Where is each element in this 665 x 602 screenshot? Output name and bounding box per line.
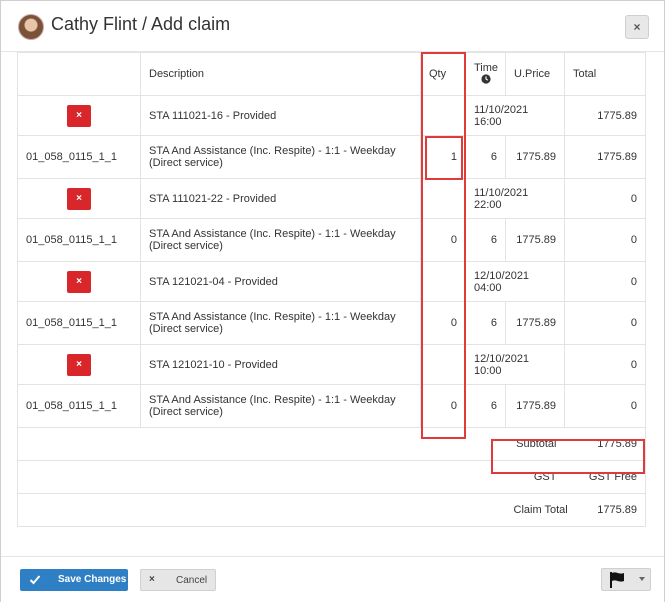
item-uprice: 1775.89 — [505, 135, 565, 179]
item-uprice: 1775.89 — [505, 218, 565, 262]
table-row: 01_058_0115_1_1 STA And Assistance (Inc.… — [17, 301, 646, 345]
item-code: 01_058_0115_1_1 — [17, 301, 141, 345]
item-code: 01_058_0115_1_1 — [17, 384, 141, 428]
item-time: 6 — [465, 218, 506, 262]
slot-label: STA 121021-10 - Provided — [140, 344, 421, 385]
modal-header: Cathy Flint / Add claim × — [1, 1, 664, 52]
save-changes-label: Save Changes — [58, 574, 127, 585]
table-header-row: Description Qty Time U.Price Total — [17, 52, 646, 96]
item-total: 0 — [564, 301, 646, 345]
table-row: 01_058_0115_1_1 STA And Assistance (Inc.… — [17, 384, 646, 428]
modal-footer: Save Changes × Cancel — [1, 556, 664, 602]
slot-total: 0 — [564, 178, 646, 219]
save-changes-button[interactable]: Save Changes — [20, 569, 128, 591]
item-code: 01_058_0115_1_1 — [17, 218, 141, 262]
table-row: × STA 111021-22 - Provided 11/10/2021 22… — [17, 178, 646, 219]
item-uprice: 1775.89 — [505, 301, 565, 345]
item-total: 0 — [564, 384, 646, 428]
column-header-qty: Qty — [420, 52, 466, 96]
qty-input[interactable]: 1 — [420, 135, 466, 179]
item-total: 1775.89 — [564, 135, 646, 179]
item-description: STA And Assistance (Inc. Respite) - 1:1 … — [140, 218, 421, 262]
clock-icon — [480, 73, 491, 84]
avatar — [18, 14, 44, 40]
subtotal-label: Subtotal — [505, 427, 565, 461]
item-description: STA And Assistance (Inc. Respite) - 1:1 … — [140, 301, 421, 345]
item-total: 0 — [564, 218, 646, 262]
claim-total-label: Claim Total — [505, 493, 568, 527]
modal-body: Description Qty Time U.Price Total × STA… — [1, 52, 664, 555]
flag-icon — [610, 572, 624, 588]
flag-dropdown-button[interactable] — [601, 568, 651, 591]
page-title: Cathy Flint / Add claim — [51, 14, 231, 34]
qty-input[interactable]: 0 — [420, 301, 466, 345]
slot-label: STA 111021-16 - Provided — [140, 95, 421, 136]
column-header-uprice: U.Price — [505, 52, 565, 96]
table-row: 01_058_0115_1_1 STA And Assistance (Inc.… — [17, 135, 646, 179]
item-code: 01_058_0115_1_1 — [17, 135, 141, 179]
delete-slot-button[interactable]: × — [67, 104, 91, 127]
item-time: 6 — [465, 135, 506, 179]
delete-slot-button[interactable]: × — [67, 353, 91, 376]
gst-row: GST GST Free — [17, 460, 646, 494]
slot-datetime: 11/10/2021 22:00 — [465, 178, 565, 219]
item-time: 6 — [465, 384, 506, 428]
delete-slot-button[interactable]: × — [67, 187, 91, 210]
slot-datetime: 12/10/2021 04:00 — [465, 261, 565, 302]
subtotal-row: Subtotal 1775.89 — [17, 427, 646, 461]
claim-table: Description Qty Time U.Price Total × STA… — [17, 52, 646, 527]
qty-input[interactable]: 0 — [420, 384, 466, 428]
slot-label: STA 121021-04 - Provided — [140, 261, 421, 302]
check-icon — [29, 575, 41, 585]
claim-total-row: Claim Total 1775.89 — [17, 493, 646, 527]
time-label: Time — [474, 61, 499, 74]
item-time: 6 — [465, 301, 506, 345]
gst-label: GST — [505, 460, 565, 494]
table-row: × STA 121021-10 - Provided 12/10/2021 10… — [17, 344, 646, 385]
column-header-total: Total — [564, 52, 646, 96]
table-row: × STA 111021-16 - Provided 11/10/2021 16… — [17, 95, 646, 136]
subtotal-value: 1775.89 — [564, 427, 646, 461]
slot-label: STA 111021-22 - Provided — [140, 178, 421, 219]
column-header-description: Description — [140, 52, 421, 96]
table-row: 01_058_0115_1_1 STA And Assistance (Inc.… — [17, 218, 646, 262]
close-button[interactable]: × — [625, 15, 649, 39]
column-header-code — [17, 52, 141, 96]
gst-value: GST Free — [564, 460, 646, 494]
slot-datetime: 12/10/2021 10:00 — [465, 344, 565, 385]
close-icon: × — [149, 574, 155, 585]
delete-slot-button[interactable]: × — [67, 270, 91, 293]
add-claim-modal: Cathy Flint / Add claim × Description Qt… — [0, 0, 665, 602]
item-description: STA And Assistance (Inc. Respite) - 1:1 … — [140, 135, 421, 179]
cancel-button[interactable]: × Cancel — [140, 569, 216, 591]
slot-total: 0 — [564, 344, 646, 385]
item-uprice: 1775.89 — [505, 384, 565, 428]
qty-input[interactable]: 0 — [420, 218, 466, 262]
slot-total: 0 — [564, 261, 646, 302]
cancel-label: Cancel — [176, 575, 208, 586]
slot-datetime: 11/10/2021 16:00 — [465, 95, 565, 136]
column-header-time: Time — [465, 52, 506, 96]
chevron-down-icon — [639, 577, 645, 581]
table-row: × STA 121021-04 - Provided 12/10/2021 04… — [17, 261, 646, 302]
slot-total: 1775.89 — [564, 95, 646, 136]
item-description: STA And Assistance (Inc. Respite) - 1:1 … — [140, 384, 421, 428]
claim-total-value: 1775.89 — [564, 493, 646, 527]
